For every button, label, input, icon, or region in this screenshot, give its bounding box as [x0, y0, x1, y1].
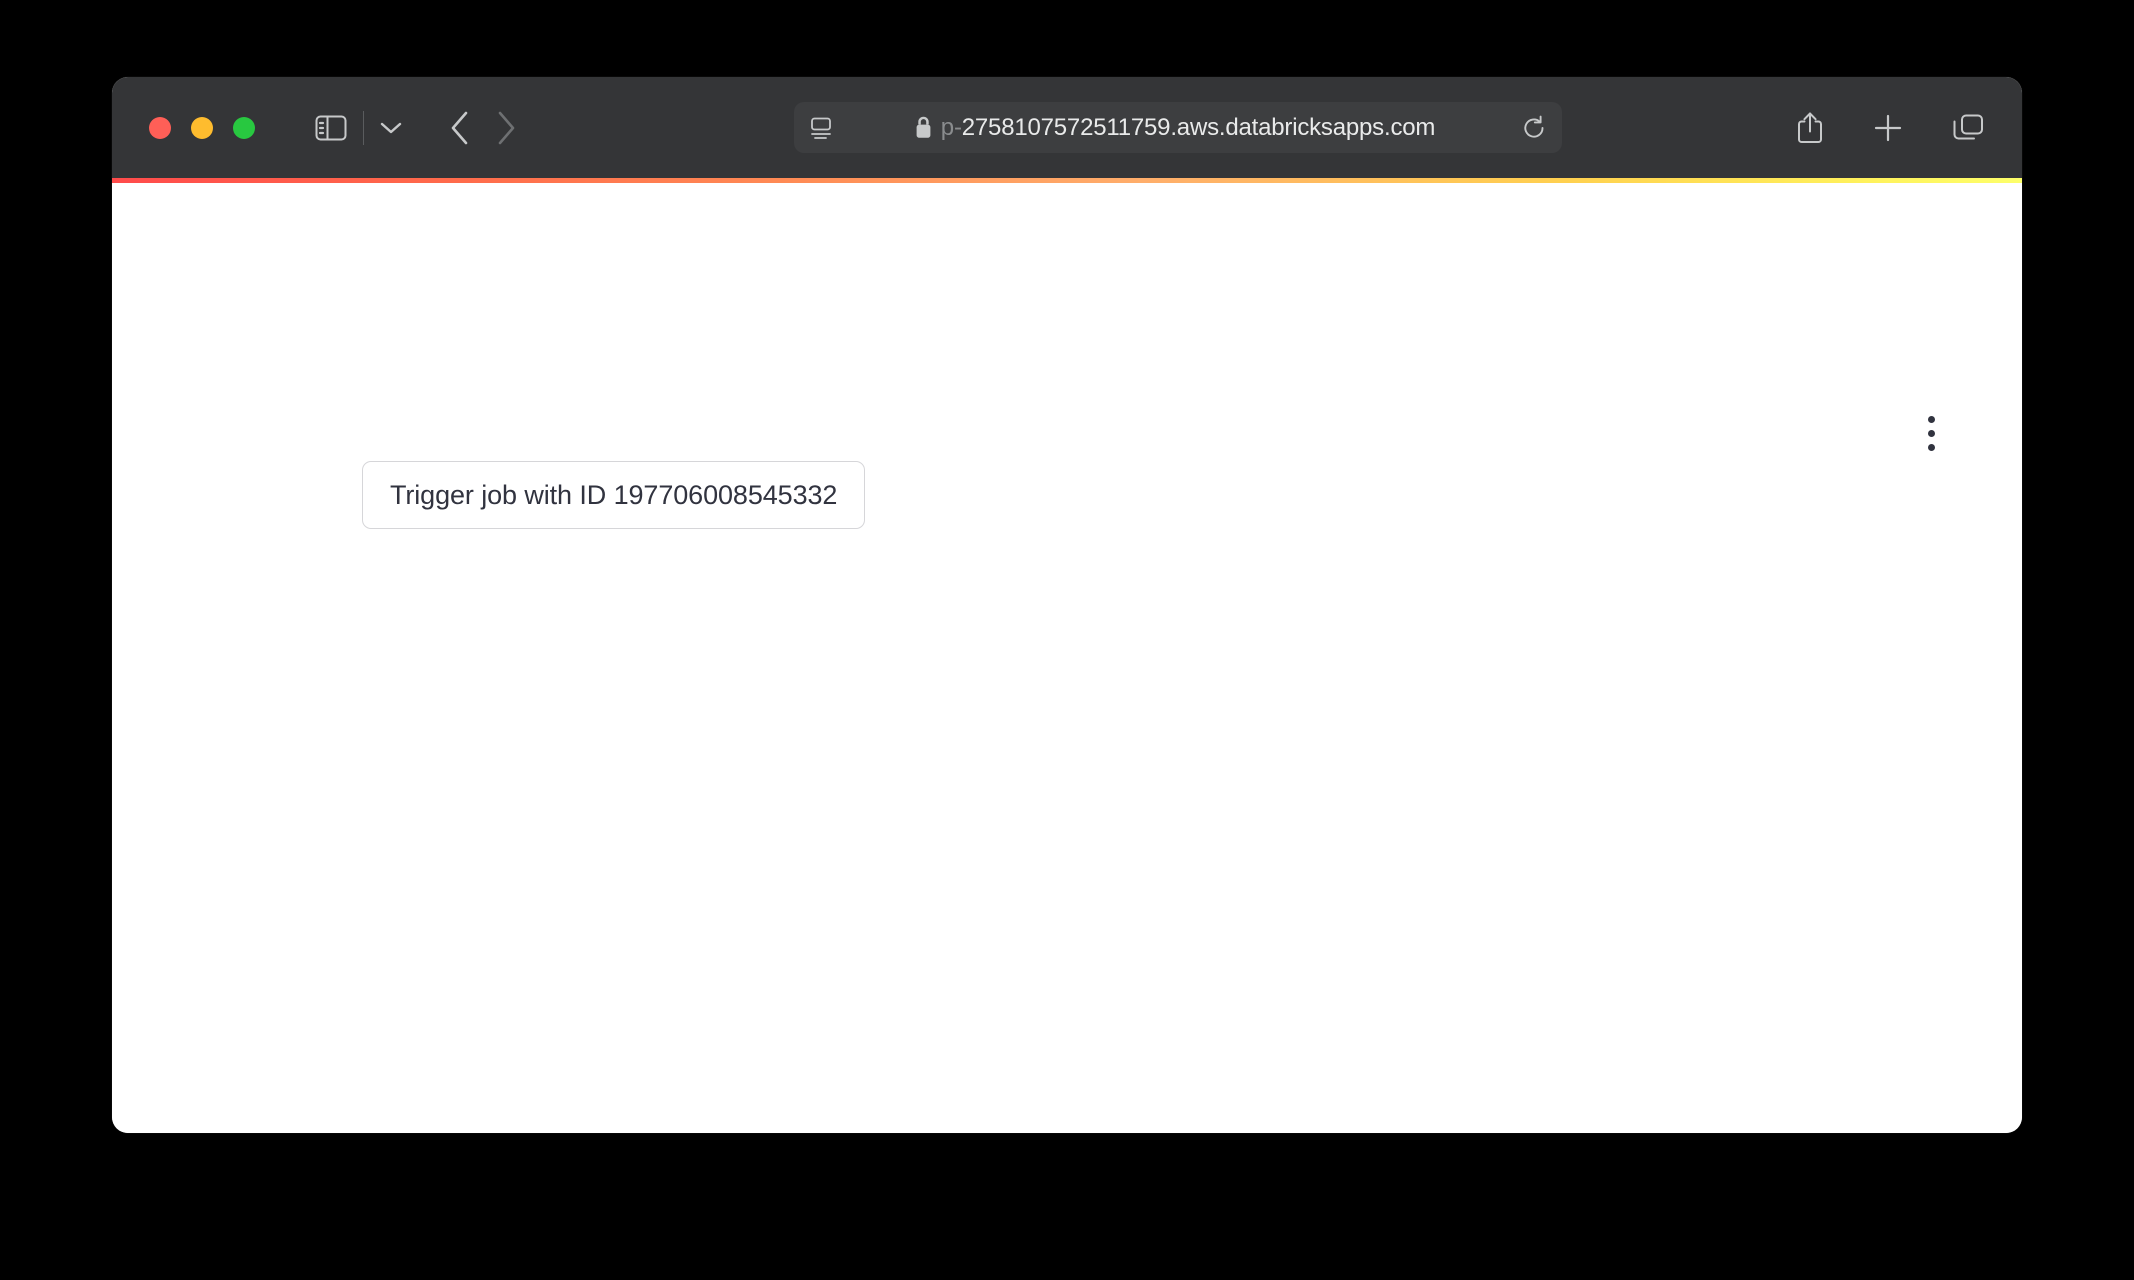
close-window-button[interactable] — [149, 116, 171, 139]
navigation-controls — [450, 111, 516, 145]
kebab-dot — [1927, 443, 1935, 451]
sidebar-dropdown-button[interactable] — [380, 121, 402, 135]
sidebar-icon — [315, 115, 347, 141]
toolbar-divider — [363, 110, 364, 145]
new-tab-button[interactable] — [1872, 112, 1904, 144]
kebab-dot — [1927, 429, 1935, 437]
address-bar[interactable]: p- 2758107572511759.aws.databricksapps.co… — [794, 102, 1562, 153]
zoom-window-button[interactable] — [233, 116, 255, 139]
chevron-left-icon — [450, 111, 470, 145]
url-display: p- 2758107572511759.aws.databricksapps.co… — [834, 114, 1516, 142]
browser-window: p- 2758107572511759.aws.databricksapps.co… — [112, 77, 2022, 1133]
toolbar-right-actions — [1796, 77, 1984, 178]
sidebar-controls — [315, 110, 402, 145]
url-host: 2758107572511759.aws.databricksapps.com — [961, 113, 1436, 141]
tab-overview-button[interactable] — [1952, 113, 1984, 143]
sidebar-toggle-button[interactable] — [315, 115, 347, 141]
lock-icon — [915, 116, 932, 139]
plus-icon — [1872, 112, 1904, 144]
kebab-vertical-icon — [1927, 415, 1935, 423]
chevron-down-icon — [380, 121, 402, 135]
chevron-right-icon — [496, 111, 516, 145]
page-settings-icon[interactable] — [808, 115, 834, 141]
share-button[interactable] — [1796, 111, 1824, 145]
url-prefix: p- — [940, 113, 962, 141]
app-main-menu-button[interactable] — [1908, 410, 1954, 456]
trigger-job-button[interactable]: Trigger job with ID 197706008545332 — [362, 461, 866, 529]
minimize-window-button[interactable] — [191, 116, 213, 139]
share-icon — [1796, 111, 1824, 145]
url-text: p- 2758107572511759.aws.databricksapps.co… — [941, 114, 1435, 142]
page-content: Trigger job with ID 197706008545332 — [112, 183, 2022, 1133]
url-input[interactable]: p- 2758107572511759.aws.databricksapps.co… — [794, 102, 1562, 153]
browser-toolbar: p- 2758107572511759.aws.databricksapps.co… — [112, 77, 2022, 178]
reload-icon[interactable] — [1520, 114, 1548, 142]
back-button[interactable] — [450, 111, 470, 145]
tabs-icon — [1952, 113, 1984, 143]
window-controls — [149, 116, 255, 139]
forward-button[interactable] — [496, 111, 516, 145]
